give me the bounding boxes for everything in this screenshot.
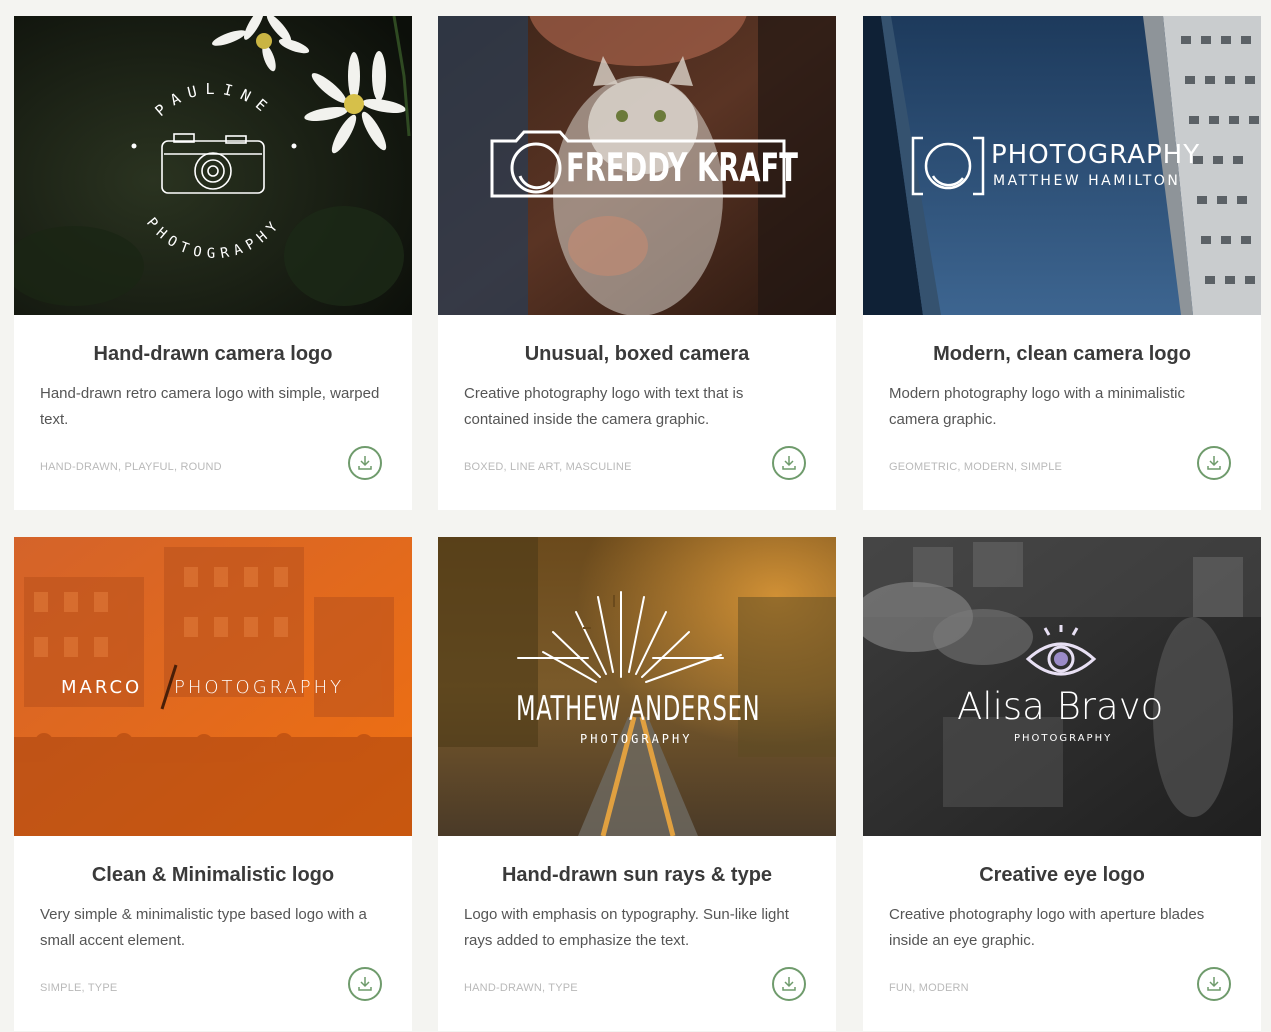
download-button[interactable] [348,446,382,480]
card-description: Modern photography logo with a minimalis… [889,385,1185,428]
download-button[interactable] [772,446,806,480]
card-tags: HAND-DRAWN, PLAYFUL, ROUND [40,461,222,473]
download-button[interactable] [1197,967,1231,1001]
card-title[interactable]: Modern, clean camera logo [863,343,1261,366]
card-title[interactable]: Clean & Minimalistic logo [14,864,412,887]
logo-subtitle: PHOTOGRAPHY [580,732,693,746]
logo-subtitle: PHOTOGRAPHY [1014,733,1113,744]
logo-card-boxed-camera[interactable]: FREDDY KRAFT Unusual, boxed camera Creat… [438,16,836,510]
card-tags: FUN, MODERN [889,982,969,994]
download-icon [1207,977,1221,991]
card-tags: BOXED, LINE ART, MASCULINE [464,461,632,473]
logo-name: FREDDY KRAFT [566,146,798,191]
card-title[interactable]: Creative eye logo [863,864,1261,887]
logo-subtitle: MATTHEW HAMILTON [993,173,1181,189]
logo-name: PHOTOGRAPHY [991,140,1201,170]
download-icon [358,977,372,991]
card-description: Very simple & minimalistic type based lo… [40,906,367,949]
card-description: Creative photography logo with aperture … [889,906,1205,949]
download-button[interactable] [348,967,382,1001]
card-description: Creative photography logo with text that… [464,385,744,428]
card-image[interactable]: Alisa Bravo PHOTOGRAPHY [863,537,1261,836]
logo-name: MATHEW ANDERSEN [516,689,761,729]
download-button[interactable] [772,967,806,1001]
logo-card-sun-rays[interactable]: MATHEW ANDERSEN PHOTOGRAPHY Hand-drawn s… [438,537,836,1031]
download-icon [358,456,372,470]
card-tags: SIMPLE, TYPE [40,982,118,994]
card-title[interactable]: Hand-drawn camera logo [14,343,412,366]
logo-name: Alisa Bravo [957,685,1164,728]
logo-card-minimalistic[interactable]: MARCO PHOTOGRAPHY Clean & Minimalistic l… [14,537,412,1031]
card-title[interactable]: Unusual, boxed camera [438,343,836,366]
card-image[interactable]: FREDDY KRAFT [438,16,836,315]
card-image[interactable]: MATHEW ANDERSEN PHOTOGRAPHY [438,537,836,836]
download-icon [782,456,796,470]
card-image[interactable]: PHOTOGRAPHY MATTHEW HAMILTON [863,16,1261,315]
download-button[interactable] [1197,446,1231,480]
card-description: Hand-drawn retro camera logo with simple… [40,385,380,428]
card-image[interactable]: PAULINE PHOTOGRAPHY [14,16,412,315]
card-description: Logo with emphasis on typography. Sun-li… [464,906,789,949]
card-title[interactable]: Hand-drawn sun rays & type [438,864,836,887]
logo-right-text: PHOTOGRAPHY [174,677,345,698]
logo-card-modern-camera[interactable]: PHOTOGRAPHY MATTHEW HAMILTON Modern, cle… [863,16,1261,510]
download-icon [1207,456,1221,470]
card-image[interactable]: MARCO PHOTOGRAPHY [14,537,412,836]
card-tags: GEOMETRIC, MODERN, SIMPLE [889,461,1063,473]
download-icon [782,977,796,991]
logo-card-hand-drawn-camera[interactable]: PAULINE PHOTOGRAPHY Hand-drawn camera lo… [14,16,412,510]
logo-left-text: MARCO [61,677,143,698]
card-tags: HAND-DRAWN, TYPE [464,982,578,994]
logo-card-creative-eye[interactable]: Alisa Bravo PHOTOGRAPHY Creative eye log… [863,537,1261,1031]
